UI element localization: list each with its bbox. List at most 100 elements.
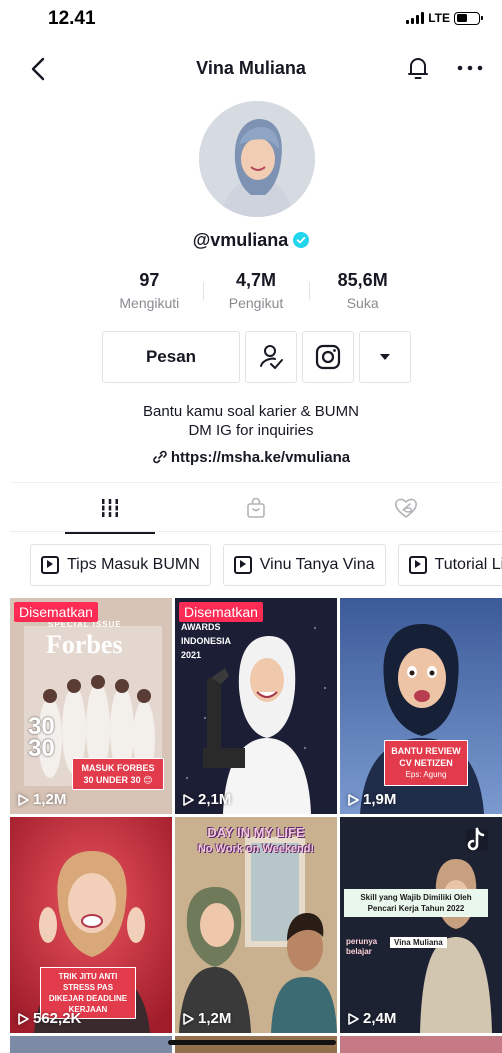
stat-label: Suka <box>346 295 379 311</box>
thumbnail-caption: MASUK FORBES 30 UNDER 30 😊 <box>72 758 164 790</box>
video-thumbnail[interactable]: BANTU REVIEW CV NETIZEN Eps: Agung 1,9M <box>340 598 502 814</box>
signal-icon <box>406 12 425 24</box>
following-status-button[interactable] <box>245 331 297 383</box>
playlist-label: Tutorial LinkedIn <box>434 556 502 573</box>
message-button[interactable]: Pesan <box>102 331 240 383</box>
view-count: 1,2M <box>181 1010 231 1027</box>
profile-stats: 97 Mengikuti 4,7M Pengikut 85,6M Suka <box>96 270 416 318</box>
playlist-label: Tips Masuk BUMN <box>67 556 200 573</box>
video-thumbnail[interactable] <box>10 1036 172 1053</box>
thumbnail-headline: Forbes <box>46 630 123 659</box>
view-count: 2,4M <box>346 1010 396 1027</box>
video-thumbnail[interactable]: DAY IN MY LIFE No Work on Weekend! 1,2M <box>175 817 337 1033</box>
verified-badge-icon <box>293 232 310 248</box>
pinned-badge: Disematkan <box>179 602 263 622</box>
view-count-text: 2,1M <box>198 791 232 808</box>
stat-likes[interactable]: 85,6M Suka <box>309 270 416 318</box>
play-icon <box>18 1012 29 1025</box>
bio-link-text: https://msha.ke/vmuliana <box>170 449 351 466</box>
stat-following[interactable]: 97 Mengikuti <box>96 270 203 318</box>
thumbnail-headline: DAY IN MY LIFE <box>207 825 305 840</box>
video-thumbnail[interactable]: TRIK JITU ANTI STRESS PAS DIKEJAR DEADLI… <box>10 817 172 1033</box>
bio-line: Bantu kamu soal karier & BUMN <box>143 403 359 420</box>
network-label: LTE <box>428 11 450 25</box>
user-check-icon <box>260 345 283 369</box>
profile-actions: Pesan <box>102 331 411 383</box>
stat-value: 97 <box>139 270 160 290</box>
content-tabs <box>10 482 502 534</box>
tab-videos[interactable] <box>50 483 170 534</box>
view-count: 2,1M <box>181 791 231 808</box>
grid-icon <box>100 499 120 517</box>
username: @vmuliana <box>0 230 502 251</box>
thumbnail-tag-secondary: perunya belajar <box>346 937 378 956</box>
play-icon <box>183 793 194 806</box>
caption-sub: Eps: Agung <box>405 770 447 779</box>
username-text: @vmuliana <box>192 230 289 250</box>
view-count-text: 1,9M <box>363 791 397 808</box>
playlist-chip[interactable]: Tips Masuk BUMN <box>30 544 211 586</box>
thumbnail-big-text: 30 30 <box>28 713 55 762</box>
video-thumbnail[interactable]: Skill yang Wajib Dimiliki Oleh Pencari K… <box>340 817 502 1033</box>
bell-icon <box>408 58 428 79</box>
video-thumbnail[interactable]: AWARDS INDONESIA 2021 Disematkan 2,1M <box>175 598 337 814</box>
thumbnail-image <box>340 817 502 1033</box>
thumbnail-subtitle: No Work on Weekend! <box>197 843 315 855</box>
home-indicator[interactable] <box>168 1040 336 1045</box>
tab-active-indicator <box>65 532 155 534</box>
play-icon <box>348 1012 359 1025</box>
playlist-icon <box>408 556 427 574</box>
view-count-text: 2,4M <box>363 1010 397 1027</box>
status-indicators: LTE <box>406 11 483 25</box>
thumbnail-headline: AWARDS INDONESIA 2021 <box>181 622 231 660</box>
status-bar: 12.41 LTE <box>0 0 502 40</box>
video-thumbnail[interactable]: SPECIAL ISSUE Forbes 30 30 Disematkan MA… <box>10 598 172 814</box>
shopping-bag-icon <box>247 497 265 518</box>
playlist-icon <box>233 556 252 574</box>
thumbnail-tag: Vina Muliana <box>390 937 447 948</box>
stat-label: Mengikuti <box>119 295 180 311</box>
play-icon <box>183 1012 194 1025</box>
caption-text: BANTU REVIEW CV NETIZEN <box>391 746 461 768</box>
playlist-chip[interactable]: Tutorial LinkedIn <box>397 544 502 586</box>
playlist-icon <box>41 556 59 574</box>
stat-label: Pengikut <box>228 295 284 311</box>
playlist-row: Tips Masuk BUMN Vinu Tanya Vina Tutorial… <box>30 544 502 586</box>
tab-shop[interactable] <box>196 483 316 533</box>
avatar-image <box>199 101 315 217</box>
more-dots-icon <box>457 65 483 71</box>
video-grid: SPECIAL ISSUE Forbes 30 30 Disematkan MA… <box>10 598 502 1053</box>
stat-followers[interactable]: 4,7M Pengikut <box>202 270 310 318</box>
stat-value: 85,6M <box>337 270 388 290</box>
more-options-button[interactable] <box>454 54 486 82</box>
view-count-text: 562,2K <box>33 1010 82 1027</box>
pinned-badge: Disematkan <box>14 602 98 622</box>
triangle-down-icon <box>380 354 390 360</box>
thumbnail-caption: Skill yang Wajib Dimiliki Oleh Pencari K… <box>344 889 488 917</box>
notification-button[interactable] <box>404 54 432 82</box>
avatar[interactable] <box>199 101 315 217</box>
playlist-chip[interactable]: Vinu Tanya Vina <box>222 544 386 586</box>
status-time: 12.41 <box>48 8 96 29</box>
bio: Bantu kamu soal karier & BUMN DM IG for … <box>0 402 502 440</box>
playlist-label: Vinu Tanya Vina <box>259 556 375 573</box>
suggested-accounts-button[interactable] <box>359 331 411 383</box>
bio-line: DM IG for inquiries <box>188 422 314 439</box>
view-count: 1,2M <box>16 791 66 808</box>
view-count: 562,2K <box>16 1010 81 1027</box>
battery-icon <box>454 11 483 25</box>
profile-header: Vina Muliana <box>0 48 502 88</box>
battery-level <box>456 14 467 22</box>
play-icon <box>18 793 29 806</box>
instagram-button[interactable] <box>302 331 354 383</box>
play-icon <box>348 793 359 806</box>
video-thumbnail[interactable] <box>340 1036 502 1053</box>
view-count-text: 1,2M <box>198 1010 232 1027</box>
instagram-icon <box>315 344 341 370</box>
view-count-text: 1,2M <box>33 791 67 808</box>
bio-link[interactable]: https://msha.ke/vmuliana <box>0 449 502 466</box>
tab-liked[interactable] <box>346 483 466 533</box>
heart-hidden-icon <box>395 498 417 519</box>
view-count: 1,9M <box>346 791 396 808</box>
link-icon <box>153 450 167 464</box>
